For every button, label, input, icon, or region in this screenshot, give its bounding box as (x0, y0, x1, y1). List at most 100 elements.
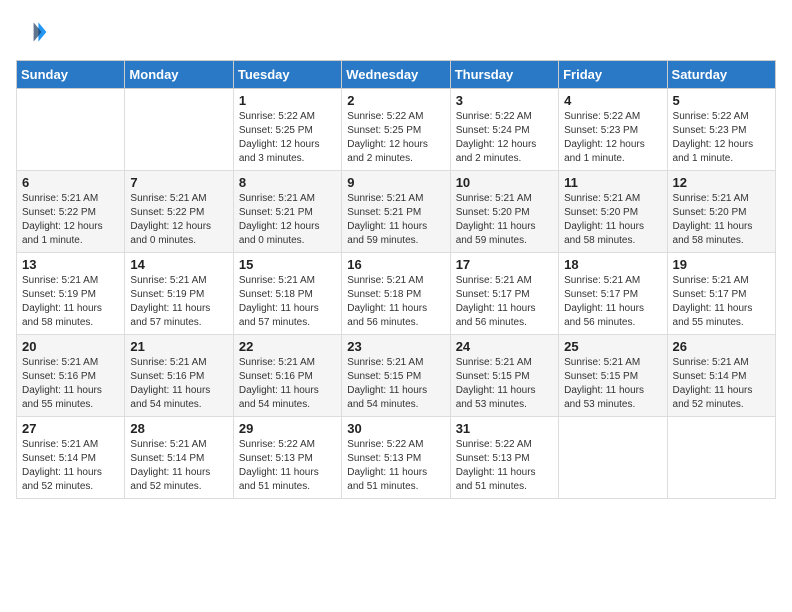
day-number: 29 (239, 421, 336, 436)
weekday-header-row: SundayMondayTuesdayWednesdayThursdayFrid… (17, 61, 776, 89)
day-info: Sunrise: 5:21 AM Sunset: 5:20 PM Dayligh… (564, 192, 661, 248)
day-info: Sunrise: 5:21 AM Sunset: 5:14 PM Dayligh… (673, 356, 770, 412)
calendar-cell: 7Sunrise: 5:21 AM Sunset: 5:22 PM Daylig… (125, 171, 233, 253)
calendar-cell: 26 Sunrise: 5:21 AM Sunset: 5:14 PM Dayli… (667, 335, 775, 417)
calendar-cell: 20 Sunrise: 5:21 AM Sunset: 5:16 PM Dayli… (17, 335, 125, 417)
calendar-cell: 4 Sunrise: 5:22 AM Sunset: 5:23 PM Daylig… (559, 89, 667, 171)
day-number: 4 (564, 93, 661, 108)
day-info: Sunrise: 5:22 AM Sunset: 5:25 PM Dayligh… (347, 110, 444, 166)
calendar-cell: 6 Sunrise: 5:21 AM Sunset: 5:22 PM Daylig… (17, 171, 125, 253)
day-info: Sunrise: 5:22 AM Sunset: 5:13 PM Dayligh… (347, 438, 444, 494)
calendar-week-row: 13 Sunrise: 5:21 AM Sunset: 5:19 PM Dayli… (17, 253, 776, 335)
day-number: 21 (130, 339, 227, 354)
day-info: Sunrise: 5:21 AM Sunset: 5:21 PM Dayligh… (347, 192, 444, 248)
day-info: Sunrise: 5:21 AM Sunset: 5:22 PM Dayligh… (130, 192, 227, 248)
calendar-week-row: 20 Sunrise: 5:21 AM Sunset: 5:16 PM Dayli… (17, 335, 776, 417)
calendar-cell (17, 89, 125, 171)
calendar-cell: 31 Sunrise: 5:22 AM Sunset: 5:13 PM Dayli… (450, 417, 558, 499)
calendar-cell: 19 Sunrise: 5:21 AM Sunset: 5:17 PM Dayli… (667, 253, 775, 335)
calendar-cell: 18Sunrise: 5:21 AM Sunset: 5:17 PM Dayli… (559, 253, 667, 335)
day-info: Sunrise: 5:21 AM Sunset: 5:18 PM Dayligh… (239, 274, 336, 330)
calendar-week-row: 27 Sunrise: 5:21 AM Sunset: 5:14 PM Dayli… (17, 417, 776, 499)
calendar-cell: 21Sunrise: 5:21 AM Sunset: 5:16 PM Dayli… (125, 335, 233, 417)
calendar-cell: 3Sunrise: 5:22 AM Sunset: 5:24 PM Daylig… (450, 89, 558, 171)
weekday-header-sunday: Sunday (17, 61, 125, 89)
day-number: 26 (673, 339, 770, 354)
day-number: 2 (347, 93, 444, 108)
day-number: 28 (130, 421, 227, 436)
calendar-cell: 5 Sunrise: 5:22 AM Sunset: 5:23 PM Daylig… (667, 89, 775, 171)
calendar-header: SundayMondayTuesdayWednesdayThursdayFrid… (17, 61, 776, 89)
weekday-header-friday: Friday (559, 61, 667, 89)
calendar-cell: 23 Sunrise: 5:21 AM Sunset: 5:15 PM Dayli… (342, 335, 450, 417)
day-info: Sunrise: 5:22 AM Sunset: 5:25 PM Dayligh… (239, 110, 336, 166)
calendar-cell (667, 417, 775, 499)
day-info: Sunrise: 5:21 AM Sunset: 5:14 PM Dayligh… (130, 438, 227, 494)
day-info: Sunrise: 5:21 AM Sunset: 5:19 PM Dayligh… (22, 274, 119, 330)
day-number: 15 (239, 257, 336, 272)
calendar-cell: 22Sunrise: 5:21 AM Sunset: 5:16 PM Dayli… (233, 335, 341, 417)
day-info: Sunrise: 5:22 AM Sunset: 5:13 PM Dayligh… (456, 438, 553, 494)
day-number: 31 (456, 421, 553, 436)
day-info: Sunrise: 5:22 AM Sunset: 5:13 PM Dayligh… (239, 438, 336, 494)
calendar-cell: 16 Sunrise: 5:21 AM Sunset: 5:18 PM Dayli… (342, 253, 450, 335)
day-number: 16 (347, 257, 444, 272)
day-info: Sunrise: 5:21 AM Sunset: 5:16 PM Dayligh… (22, 356, 119, 412)
day-number: 25 (564, 339, 661, 354)
day-number: 11 (564, 175, 661, 190)
day-number: 30 (347, 421, 444, 436)
calendar-cell: 15 Sunrise: 5:21 AM Sunset: 5:18 PM Dayli… (233, 253, 341, 335)
day-number: 19 (673, 257, 770, 272)
calendar-week-row: 6 Sunrise: 5:21 AM Sunset: 5:22 PM Daylig… (17, 171, 776, 253)
day-info: Sunrise: 5:21 AM Sunset: 5:17 PM Dayligh… (456, 274, 553, 330)
calendar-table: SundayMondayTuesdayWednesdayThursdayFrid… (16, 60, 776, 499)
calendar-cell (559, 417, 667, 499)
day-number: 6 (22, 175, 119, 190)
day-info: Sunrise: 5:22 AM Sunset: 5:23 PM Dayligh… (673, 110, 770, 166)
day-info: Sunrise: 5:21 AM Sunset: 5:20 PM Dayligh… (673, 192, 770, 248)
calendar-body: 1 Sunrise: 5:22 AM Sunset: 5:25 PM Daylig… (17, 89, 776, 499)
day-number: 17 (456, 257, 553, 272)
calendar-cell: 1 Sunrise: 5:22 AM Sunset: 5:25 PM Daylig… (233, 89, 341, 171)
calendar-cell: 2 Sunrise: 5:22 AM Sunset: 5:25 PM Daylig… (342, 89, 450, 171)
calendar-cell: 10 Sunrise: 5:21 AM Sunset: 5:20 PM Dayli… (450, 171, 558, 253)
day-info: Sunrise: 5:22 AM Sunset: 5:24 PM Dayligh… (456, 110, 553, 166)
day-info: Sunrise: 5:21 AM Sunset: 5:17 PM Dayligh… (564, 274, 661, 330)
calendar-cell: 12 Sunrise: 5:21 AM Sunset: 5:20 PM Dayli… (667, 171, 775, 253)
day-info: Sunrise: 5:22 AM Sunset: 5:23 PM Dayligh… (564, 110, 661, 166)
calendar-cell: 14 Sunrise: 5:21 AM Sunset: 5:19 PM Dayli… (125, 253, 233, 335)
day-number: 12 (673, 175, 770, 190)
calendar-week-row: 1 Sunrise: 5:22 AM Sunset: 5:25 PM Daylig… (17, 89, 776, 171)
calendar-cell: 8Sunrise: 5:21 AM Sunset: 5:21 PM Daylig… (233, 171, 341, 253)
calendar-cell (125, 89, 233, 171)
day-number: 13 (22, 257, 119, 272)
day-info: Sunrise: 5:21 AM Sunset: 5:20 PM Dayligh… (456, 192, 553, 248)
day-info: Sunrise: 5:21 AM Sunset: 5:17 PM Dayligh… (673, 274, 770, 330)
weekday-header-thursday: Thursday (450, 61, 558, 89)
day-number: 20 (22, 339, 119, 354)
day-info: Sunrise: 5:21 AM Sunset: 5:21 PM Dayligh… (239, 192, 336, 248)
day-number: 9 (347, 175, 444, 190)
day-info: Sunrise: 5:21 AM Sunset: 5:22 PM Dayligh… (22, 192, 119, 248)
day-number: 27 (22, 421, 119, 436)
weekday-header-wednesday: Wednesday (342, 61, 450, 89)
day-number: 24 (456, 339, 553, 354)
calendar-cell: 9 Sunrise: 5:21 AM Sunset: 5:21 PM Daylig… (342, 171, 450, 253)
calendar-cell: 29 Sunrise: 5:22 AM Sunset: 5:13 PM Dayli… (233, 417, 341, 499)
day-number: 23 (347, 339, 444, 354)
calendar-cell: 27Sunrise: 5:21 AM Sunset: 5:14 PM Dayli… (17, 417, 125, 499)
logo-icon (16, 16, 48, 48)
calendar-cell: 24 Sunrise: 5:21 AM Sunset: 5:15 PM Dayli… (450, 335, 558, 417)
day-number: 5 (673, 93, 770, 108)
day-number: 1 (239, 93, 336, 108)
day-number: 14 (130, 257, 227, 272)
calendar-cell: 30 Sunrise: 5:22 AM Sunset: 5:13 PM Dayli… (342, 417, 450, 499)
day-info: Sunrise: 5:21 AM Sunset: 5:18 PM Dayligh… (347, 274, 444, 330)
day-info: Sunrise: 5:21 AM Sunset: 5:15 PM Dayligh… (564, 356, 661, 412)
day-number: 22 (239, 339, 336, 354)
day-number: 10 (456, 175, 553, 190)
weekday-header-monday: Monday (125, 61, 233, 89)
day-info: Sunrise: 5:21 AM Sunset: 5:15 PM Dayligh… (456, 356, 553, 412)
day-info: Sunrise: 5:21 AM Sunset: 5:19 PM Dayligh… (130, 274, 227, 330)
day-info: Sunrise: 5:21 AM Sunset: 5:15 PM Dayligh… (347, 356, 444, 412)
